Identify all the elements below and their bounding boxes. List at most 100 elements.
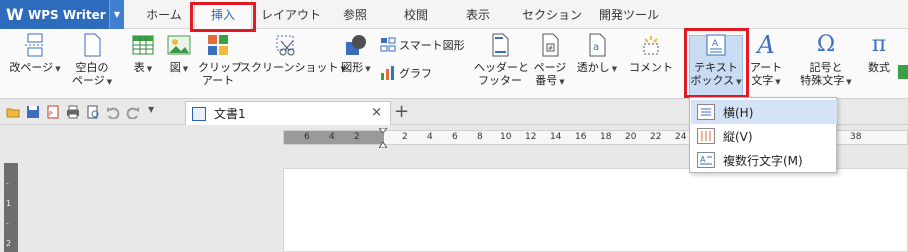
textbox-dropdown-menu: 横(H) 縦(V) A 複数行文字(M) (689, 97, 837, 173)
textbox-label-2: ボックス (690, 74, 735, 87)
watermark-button[interactable]: a 透かし ▼ (576, 33, 618, 76)
textbox-button[interactable]: A テキスト ボックス ▼ (689, 33, 743, 89)
page-number-label-1: ページ (533, 61, 567, 74)
ruler-tick: 2 (354, 132, 360, 142)
page-number-button[interactable]: # ページ 番号 ▼ (530, 33, 570, 89)
shapes-button[interactable]: 図形 ▼ (336, 33, 376, 76)
page-break-icon (23, 33, 47, 57)
ruler-tick: 10 (500, 132, 512, 142)
vruler-tick: - (6, 179, 9, 188)
save-icon[interactable] (26, 105, 40, 119)
customize-dropdown-icon[interactable]: ▼ (148, 105, 162, 119)
symbols-label-1: 記号と (809, 61, 843, 74)
page-number-label-2: 番号 (535, 74, 558, 87)
ruler-tick: 24 (675, 132, 687, 142)
undo-icon[interactable] (106, 105, 120, 120)
document-tab-name: 文書1 (214, 107, 246, 121)
omega-icon: Ω (816, 32, 836, 57)
ruler-tick: 2 (402, 132, 408, 142)
table-icon (131, 33, 155, 57)
print-icon[interactable] (66, 105, 80, 119)
export-pdf-icon[interactable]: P (46, 105, 60, 119)
print-preview-icon[interactable] (86, 105, 100, 119)
vruler-tick: 2 (6, 239, 12, 248)
document-page[interactable] (283, 168, 908, 252)
table-button[interactable]: 表 ▼ (128, 33, 158, 76)
title-tab-bar: W WPS Writer ▼ ホーム 挿入 レイアウト 参照 校閲 表示 セクシ… (0, 0, 908, 30)
multiline-textbox-icon: A (697, 152, 715, 168)
page-break-button[interactable]: 改ページ ▼ (6, 33, 64, 76)
open-icon[interactable] (6, 105, 20, 119)
tab-home[interactable]: ホーム (138, 0, 190, 29)
page-break-label: 改ページ (9, 61, 54, 74)
menu-item-horizontal-label: 横(H) (723, 105, 754, 120)
picture-label: 図 (169, 61, 181, 74)
page-number-icon: # (538, 33, 562, 57)
vertical-ruler[interactable]: - 1 - 2 (4, 163, 18, 252)
ruler-tick: 16 (575, 132, 587, 142)
tab-view[interactable]: 表示 (452, 0, 504, 29)
close-tab-icon[interactable]: × (371, 105, 382, 120)
wordart-button[interactable]: A アート 文字 ▼ (746, 33, 786, 89)
tab-references[interactable]: 参照 (330, 0, 380, 29)
symbols-label-2: 特殊文字 (800, 74, 845, 87)
tab-layout[interactable]: レイアウト (258, 0, 324, 29)
header-footer-icon (488, 33, 512, 57)
graph-button[interactable]: グラフ (380, 65, 432, 81)
ruler-tick: 12 (525, 132, 537, 142)
clipart-icon (206, 33, 230, 57)
menu-item-multiline-label: 複数行文字(M) (723, 153, 803, 168)
ruler-tick: 18 (600, 132, 612, 142)
ruler-tick: 20 (625, 132, 637, 142)
ruler-tick: 6 (452, 132, 458, 142)
smartart-button[interactable]: スマート図形 (380, 37, 465, 53)
wordart-label-1: アート (749, 61, 783, 74)
menu-item-multiline[interactable]: A 複数行文字(M) (691, 148, 837, 172)
tab-review[interactable]: 校閲 (390, 0, 442, 29)
wordart-label-2: 文字 (751, 74, 774, 87)
clipart-label-1: クリップ (198, 61, 242, 74)
ruler-tick: 6 (304, 132, 310, 142)
redo-icon[interactable] (126, 105, 140, 120)
screenshot-label: スクリーンショット (240, 61, 339, 74)
menu-item-vertical[interactable]: 縦(V) (691, 124, 837, 148)
watermark-label: 透かし (576, 61, 610, 74)
shapes-label: 図形 (341, 61, 364, 74)
pi-icon: π (871, 32, 887, 57)
svg-text:A: A (700, 155, 706, 164)
tab-developer[interactable]: 開発ツール (590, 0, 668, 29)
svg-text:#: # (548, 45, 553, 52)
insert-ribbon: 改ページ ▼ 空白の ページ ▼ 表 ▼ 図 ▼ クリップ アート スクリーンショット ▼ (0, 29, 908, 99)
menu-item-vertical-label: 縦(V) (723, 129, 753, 144)
smartart-icon (380, 37, 396, 53)
equation-label: 数式 (868, 61, 890, 74)
picture-button[interactable]: 図 ▼ (164, 33, 194, 76)
ruler-tick: 8 (477, 132, 483, 142)
app-dropdown-icon[interactable]: ▼ (109, 0, 124, 29)
header-footer-button[interactable]: ヘッダーと フッター (474, 33, 529, 87)
tab-section[interactable]: セクション (514, 0, 590, 29)
symbols-button[interactable]: Ω 記号と 特殊文字 ▼ (792, 33, 860, 89)
horizontal-textbox-icon (697, 104, 715, 120)
app-menu-button[interactable]: W WPS Writer ▼ (0, 0, 124, 29)
equation-button[interactable]: π 数式 (864, 32, 894, 75)
tab-insert[interactable]: 挿入 (194, 0, 252, 30)
blank-page-button[interactable]: 空白の ページ ▼ (66, 33, 118, 89)
more-icon[interactable] (898, 65, 908, 79)
ruler-tick: 14 (550, 132, 562, 142)
wps-logo-icon: W (6, 4, 24, 24)
clipart-button[interactable]: クリップ アート (198, 33, 242, 87)
svg-text:a: a (593, 42, 599, 53)
screenshot-button[interactable]: スクリーンショット ▼ (240, 33, 346, 76)
blank-page-icon (80, 33, 104, 57)
bar-chart-icon (380, 65, 396, 81)
comment-button[interactable]: コメント (626, 33, 676, 74)
left-indent-marker[interactable] (377, 127, 389, 149)
new-tab-button[interactable]: + (394, 101, 409, 123)
document-tab[interactable]: 文書1 × (185, 101, 391, 125)
menu-item-horizontal[interactable]: 横(H) (691, 100, 837, 124)
vruler-tick: 1 (6, 199, 12, 208)
comment-icon (639, 33, 663, 57)
ruler-tick: 4 (427, 132, 433, 142)
shapes-icon (344, 33, 368, 57)
